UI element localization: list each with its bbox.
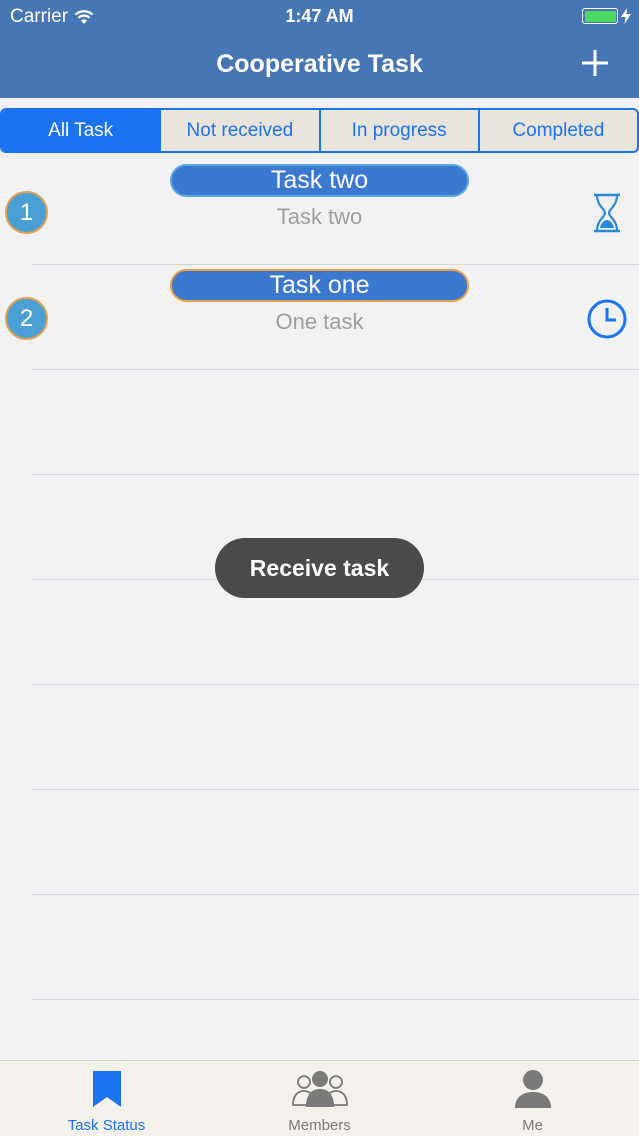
plus-icon [582, 50, 608, 76]
task-list: 1 Task two Task two 2 Task one One task [0, 160, 639, 1060]
row-divider [32, 999, 639, 1000]
row-divider [32, 684, 639, 685]
hourglass-icon [594, 193, 620, 233]
row-divider [32, 369, 639, 370]
segment-in-progress[interactable]: In progress [321, 110, 480, 151]
toast-message: Receive task [215, 538, 424, 598]
battery-icon [582, 8, 631, 24]
bookmark-icon [92, 1071, 121, 1107]
navigation-header: Carrier 1:47 AM Cooperative Task [0, 0, 639, 98]
segment-all-task[interactable]: All Task [2, 110, 162, 151]
page-title: Cooperative Task [216, 50, 423, 78]
tab-members[interactable]: Members [213, 1061, 426, 1136]
add-task-button[interactable] [578, 46, 612, 80]
tab-label: Members [288, 1117, 351, 1134]
segment-not-received[interactable]: Not received [161, 110, 321, 151]
row-divider [32, 474, 639, 475]
task-subtitle: Task two [276, 204, 363, 229]
row-divider [32, 789, 639, 790]
status-bar: Carrier 1:47 AM [0, 0, 639, 34]
tab-label: Me [522, 1117, 543, 1134]
group-icon [291, 1071, 348, 1107]
task-subtitle: One task [275, 309, 364, 334]
row-divider [32, 894, 639, 895]
clock-icon [587, 299, 627, 339]
task-filter-segmented-control: All Task Not received In progress Comple… [0, 108, 639, 153]
person-icon [514, 1070, 551, 1108]
task-title-pill: Task two [170, 164, 469, 197]
charging-bolt-icon [621, 8, 631, 24]
task-row[interactable]: 1 Task two Task two [0, 160, 639, 265]
tab-me[interactable]: Me [426, 1061, 639, 1136]
task-title-pill: Task one [170, 269, 469, 302]
task-row[interactable]: 2 Task one One task [0, 265, 639, 370]
tab-bar: Task Status Members Me [0, 1060, 639, 1136]
segment-completed[interactable]: Completed [480, 110, 637, 151]
tab-task-status[interactable]: Task Status [0, 1061, 213, 1136]
tab-label: Task Status [67, 1117, 146, 1134]
clock-time: 1:47 AM [285, 6, 354, 26]
